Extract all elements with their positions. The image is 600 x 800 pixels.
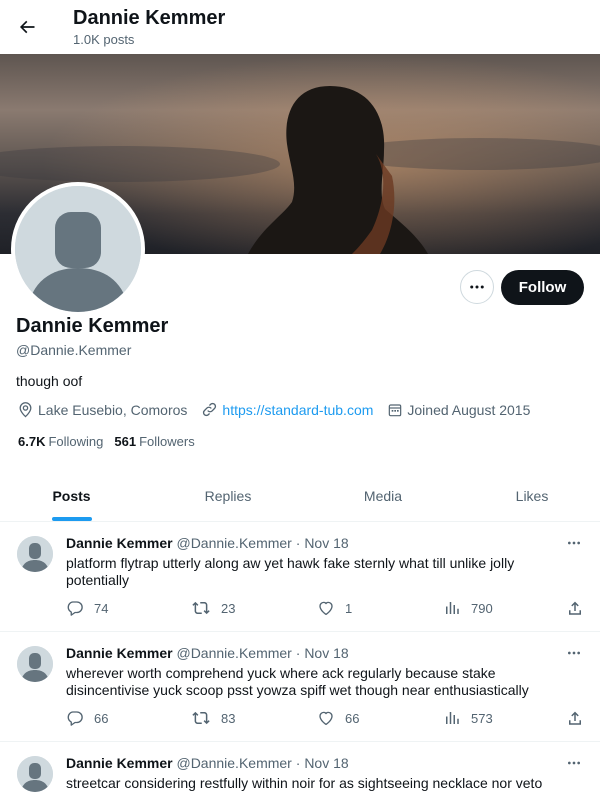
post-author-handle[interactable]: @Dannie.Kemmer [176,755,291,771]
repost-button[interactable]: 23 [191,599,235,617]
post-header: Dannie Kemmer @Dannie.Kemmer · Nov 18 [66,645,349,661]
reply-icon [67,711,83,726]
post-avatar[interactable] [17,646,53,682]
reply-count: 74 [94,600,109,616]
post-author-handle[interactable]: @Dannie.Kemmer [176,645,291,661]
repost-icon [192,711,210,725]
website-link[interactable]: https://standard-tub.com [222,402,373,418]
like-button[interactable]: 1 [317,599,352,617]
profile-bio: though oof [16,373,83,389]
profile-handle: @Dannie.Kemmer [16,342,132,358]
profile-name: Dannie Kemmer [16,315,169,337]
default-avatar-icon [17,646,53,682]
like-count: 1 [345,600,353,616]
header-post-count: 1.0K posts [73,32,135,47]
follow-stats: 6.7K Following 561 Followers [18,434,206,449]
post-avatar[interactable] [17,756,53,792]
post-header: Dannie Kemmer @Dannie.Kemmer · Nov 18 [66,535,349,551]
views-button[interactable]: 790 [443,599,493,617]
post-date[interactable]: Nov 18 [304,535,348,551]
repost-icon [192,601,210,615]
views-button[interactable]: 573 [443,709,493,727]
followers-label: Followers [139,434,195,449]
post-text: wherever worth comprehend yuck where ack… [66,665,529,698]
repost-count: 23 [221,600,236,616]
like-button[interactable]: 66 [317,709,359,727]
post-header: Dannie Kemmer @Dannie.Kemmer · Nov 18 [66,755,349,771]
location-text: Lake Eusebio, Comoros [38,401,188,418]
default-avatar-icon [17,756,53,792]
post-actions: 74 23 1 790 [66,599,586,619]
share-button[interactable] [566,709,584,727]
heart-icon [319,711,333,726]
more-horizontal-icon [568,761,580,765]
post-author-name[interactable]: Dannie Kemmer [66,645,173,661]
header-title: Dannie Kemmer [73,7,226,29]
link-icon [203,402,217,417]
active-tab-indicator [52,517,92,521]
tab-posts[interactable]: Posts [0,470,143,522]
repost-button[interactable]: 83 [191,709,235,727]
share-icon [569,711,581,725]
joined-text: Joined August 2015 [407,401,531,418]
views-count: 573 [471,710,493,726]
profile-meta: Lake Eusebio, Comoros https://standard-t… [17,401,544,418]
post-actions: 66 83 66 573 [66,709,586,729]
like-count: 66 [345,710,360,726]
post-separator: · [295,535,301,551]
joined-item: Joined August 2015 [387,402,530,418]
more-horizontal-icon [470,285,484,289]
share-button[interactable] [566,599,584,617]
views-chart-icon [446,602,459,614]
post-author-name[interactable]: Dannie Kemmer [66,535,173,551]
following-label: Following [48,434,104,449]
reply-count: 66 [94,710,109,726]
location-pin-icon [19,402,32,418]
views-count: 790 [471,600,493,616]
calendar-icon [389,403,402,416]
reply-button[interactable]: 66 [66,709,108,727]
repost-count: 83 [221,710,236,726]
post-text: streetcar considering restfully within n… [66,775,543,791]
website-item[interactable]: https://standard-tub.com [201,401,373,418]
tab-media[interactable]: Media [313,470,453,522]
profile-avatar[interactable] [11,182,145,316]
post-item[interactable]: Dannie Kemmer @Dannie.Kemmer · Nov 18 pl… [0,522,600,632]
follow-button[interactable]: Follow [501,270,584,305]
tab-likes[interactable]: Likes [453,470,600,522]
top-bar: Dannie Kemmer 1.0K posts [0,0,600,54]
post-avatar[interactable] [17,536,53,572]
post-date[interactable]: Nov 18 [304,755,348,771]
followers-link[interactable]: 561 Followers [114,434,194,449]
tab-replies[interactable]: Replies [143,470,313,522]
post-date[interactable]: Nov 18 [304,645,348,661]
reply-icon [67,601,83,616]
default-avatar-icon [17,536,53,572]
profile-tabs: Posts Replies Media Likes [0,470,600,522]
heart-icon [319,601,333,616]
reply-button[interactable]: 74 [66,599,108,617]
share-icon [569,601,581,615]
post-separator: · [295,755,301,771]
post-text: platform flytrap utterly along aw yet ha… [66,555,515,588]
default-avatar-icon [15,186,141,312]
more-horizontal-icon [568,651,580,655]
more-horizontal-icon [568,541,580,545]
post-item[interactable]: Dannie Kemmer @Dannie.Kemmer · Nov 18 wh… [0,632,600,742]
location-item: Lake Eusebio, Comoros [17,401,187,418]
post-more-button[interactable] [564,755,584,771]
back-button[interactable] [12,12,42,42]
followers-count: 561 [114,434,137,449]
post-author-handle[interactable]: @Dannie.Kemmer [176,535,291,551]
views-chart-icon [446,712,459,724]
post-author-name[interactable]: Dannie Kemmer [66,755,173,771]
more-options-button[interactable] [460,270,494,304]
following-count: 6.7K [18,434,46,449]
following-link[interactable]: 6.7K Following [18,434,103,449]
post-separator: · [295,645,301,661]
post-more-button[interactable] [564,535,584,551]
post-more-button[interactable] [564,645,584,661]
post-item[interactable]: Dannie Kemmer @Dannie.Kemmer · Nov 18 st… [0,742,600,800]
arrow-left-icon [19,20,35,34]
